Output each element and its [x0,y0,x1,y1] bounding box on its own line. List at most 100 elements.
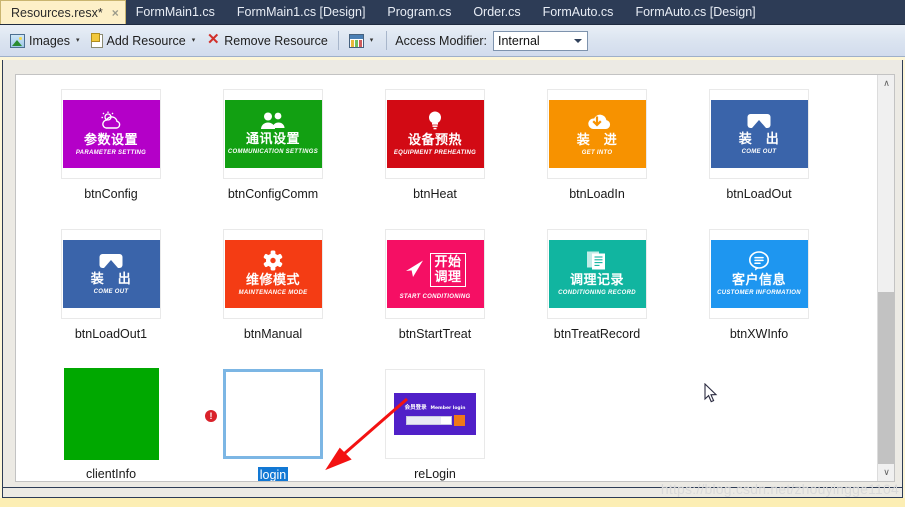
tab-label: FormAuto.cs [Design] [635,5,756,19]
users-group-icon [259,111,287,130]
thumbnail[interactable]: 装 出 COME OUT [61,229,161,319]
thumbnail[interactable]: 会员登录 Member login [385,369,485,459]
chevron-down-icon[interactable]: ▾ [76,37,80,44]
resource-image-cn-text: 装 出 [90,272,132,287]
resource-image: 参数设置 PARAMETER SETTING [62,100,160,168]
thumbnail[interactable]: 客户信息 CUSTOMER INFORMATION [709,229,809,319]
tab-order-cs[interactable]: Order.cs [463,0,532,24]
remove-resource-button[interactable]: ✕ Remove Resource [202,29,332,53]
thumbnail[interactable]: 装 出 COME OUT [709,89,809,179]
resource-tile-btnLoadOut1[interactable]: 装 出 COME OUT btnLoadOut1 [30,229,192,369]
thumbnail[interactable]: 维修模式 MAINTENANCE MODE [223,229,323,319]
resource-tile-clientInfo[interactable]: clientInfo [30,368,192,481]
resource-image-cn-line2: 调理 [434,270,462,285]
resource-tile-btnLoadIn[interactable]: 装 进 GET INTO btnLoadIn [516,89,678,229]
thumbnail[interactable]: 设备预热 EQUIPMENT PREHEATING [385,89,485,179]
window-bottom-strip [0,498,905,507]
toolbar-divider [386,31,388,50]
add-resource-label: Add Resource [106,33,186,48]
add-resource-button[interactable]: Add Resource ▾ [87,29,203,53]
resource-tile-btnHeat[interactable]: 设备预热 EQUIPMENT PREHEATING btnHeat [354,89,516,229]
resource-image-en-text: COME OUT [93,289,129,295]
tab-label: Program.cs [387,5,452,19]
resource-tile-reLogin[interactable]: 会员登录 Member login reLogin [354,369,516,481]
tab-label: FormMain1.cs [135,5,215,19]
watermark-text: https://blog.csdn.net/zhouyingge1104 [660,481,899,497]
weather-cloud-sun-icon [96,111,126,131]
resource-image: 维修模式 MAINTENANCE MODE [224,240,322,308]
resource-image-en-text: EQUIPMENT PREHEATING [393,150,477,156]
resource-image-en-text: COME OUT [741,149,777,155]
lightbulb-icon [424,110,446,131]
resource-tile-btnStartTreat[interactable]: 开始 调理 START CONDITIONING btnStartTreat [354,229,516,369]
tab-formauto-cs[interactable]: FormAuto.cs [533,0,626,24]
tab-label: FormMain1.cs [Design] [236,5,366,19]
resource-name-label: btnLoadOut1 [74,327,148,341]
tab-formmain1-cs-design[interactable]: FormMain1.cs [Design] [227,0,378,24]
resource-tile-btnLoadOut[interactable]: 装 出 COME OUT btnLoadOut [678,89,840,229]
resource-image-en-text: MAINTENANCE MODE [238,290,308,296]
access-modifier-label: Access Modifier: [395,33,487,48]
inbox-tray-icon [746,111,772,130]
chevron-down-icon[interactable] [573,38,582,43]
resource-name-label: btnConfigComm [227,187,319,201]
tab-program-cs[interactable]: Program.cs [377,0,463,24]
scroll-up-button[interactable]: ∧ [878,75,894,92]
scrollbar-track[interactable] [878,292,894,464]
resource-image-cn-text: 装 进 [576,132,618,148]
thumbnail[interactable]: 开始 调理 START CONDITIONING [385,229,485,319]
resource-tile-grid: 参数设置 PARAMETER SETTING btnConfig 通讯设置 CO… [30,89,880,481]
vertical-scrollbar[interactable]: ∧ ∨ [877,75,894,481]
resource-tile-btnConfigComm[interactable]: 通讯设置 COMMUNICATION SETTINGS btnConfigCom… [192,89,354,229]
resource-tile-login[interactable]: ! login [192,369,354,481]
chevron-down-icon[interactable]: ▾ [192,37,196,44]
scrollbar-thumb[interactable] [878,92,894,292]
resource-image: 装 出 COME OUT [62,240,160,308]
resource-image: 会员登录 Member login [394,393,476,435]
resource-image: 装 出 COME OUT [710,100,808,168]
tab-formauto-cs-design[interactable]: FormAuto.cs [Design] [625,0,767,24]
thumbnail[interactable] [61,368,161,460]
scroll-down-button[interactable]: ∨ [878,464,894,481]
mini-login-input [405,415,452,425]
mini-login-button [453,414,465,426]
resource-tile-btnConfig[interactable]: 参数设置 PARAMETER SETTING btnConfig [30,89,192,229]
image-icon [10,33,25,48]
tab-formmain1-cs[interactable]: FormMain1.cs [126,0,227,24]
download-cloud-icon [583,111,611,131]
resource-image-en-text: GET INTO [581,149,613,156]
access-modifier-select[interactable]: Internal [492,30,588,51]
images-dropdown-button[interactable]: Images ▾ [6,29,87,53]
new-page-icon [90,32,103,48]
close-icon[interactable]: × [112,1,119,25]
resource-image-cn-line1: 开始 [434,255,462,270]
resource-image-en-text: CUSTOMER INFORMATION [717,289,801,296]
resource-image [63,368,159,460]
tab-label: Resources.resx* [11,5,103,20]
resource-name-label: btnConfig [84,187,138,201]
thumbnail[interactable]: 调理记录 CONDITIONING RECORD [547,229,647,319]
resource-name-label: btnLoadOut [726,187,792,201]
resource-name-label: btnTreatRecord [553,327,641,341]
toolbar-divider [337,31,339,50]
thumbnail[interactable]: 装 进 GET INTO [547,89,647,179]
resource-tile-btnManual[interactable]: 维修模式 MAINTENANCE MODE btnManual [192,229,354,369]
chevron-down-icon[interactable]: ▾ [370,37,374,44]
resource-image-cn-text: 参数设置 [83,132,138,148]
thumbnail[interactable]: 通讯设置 COMMUNICATION SETTINGS [223,89,323,179]
resource-name-label: reLogin [414,467,456,481]
thumbnail[interactable] [223,369,323,459]
navigation-arrow-icon [404,257,426,284]
resource-thumbnail-list[interactable]: 参数设置 PARAMETER SETTING btnConfig 通讯设置 CO… [15,74,895,482]
resource-image-en-text: CONDITIONING RECORD [558,290,636,296]
tab-resources-resx[interactable]: Resources.resx* × [0,0,126,25]
thumbnail[interactable]: 参数设置 PARAMETER SETTING [61,89,161,179]
views-dropdown-button[interactable]: ▾ [345,29,381,53]
resource-name-label: btnXWInfo [729,327,789,341]
resource-tile-btnTreatRecord[interactable]: 调理记录 CONDITIONING RECORD btnTreatRecord [516,229,678,369]
error-badge-icon: ! [205,410,217,422]
access-modifier-value: Internal [497,33,540,48]
resource-image-cn-text: 装 出 [738,132,780,147]
resource-tile-btnXWInfo[interactable]: 客户信息 CUSTOMER INFORMATION btnXWInfo [678,229,840,369]
mini-login-title: 会员登录 Member login [405,403,466,411]
